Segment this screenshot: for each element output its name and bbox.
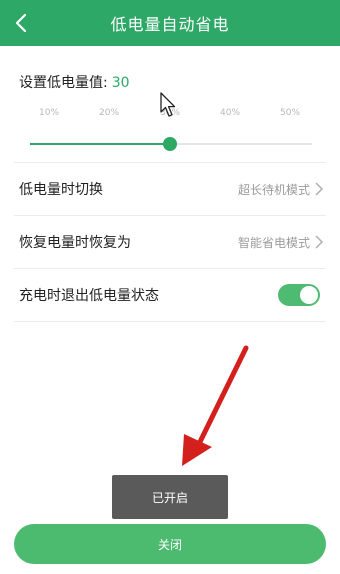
tick-label: 10% <box>38 108 60 118</box>
setting-value: 超长待机模式 <box>237 182 310 197</box>
tick-label: 40% <box>219 108 241 118</box>
annotation-arrow-icon <box>182 345 249 466</box>
charge-exit-toggle[interactable] <box>278 284 320 306</box>
mouse-cursor-icon <box>160 92 176 117</box>
threshold-slider[interactable] <box>30 136 312 152</box>
back-button[interactable] <box>12 10 30 36</box>
threshold-value: 30 <box>111 75 130 91</box>
setting-label: 恢复电量时恢复为 <box>19 235 131 251</box>
slider-fill <box>30 143 170 145</box>
top-bar: 低电量自动省电 <box>0 0 340 46</box>
close-button[interactable]: 关闭 <box>14 524 326 564</box>
setting-row-charge-exit: 充电时退出低电量状态 <box>0 268 340 322</box>
toggle-knob <box>300 286 318 304</box>
setting-label: 充电时退出低电量状态 <box>19 288 159 304</box>
chevron-right-icon <box>315 235 324 249</box>
toast-message: 已开启 <box>112 475 228 519</box>
setting-row-restore-mode[interactable]: 恢复电量时恢复为 智能省电模式 <box>0 215 340 269</box>
tick-label: 20% <box>98 108 120 118</box>
page-title: 低电量自动省电 <box>110 15 230 34</box>
setting-value: 智能省电模式 <box>237 235 310 250</box>
chevron-left-icon <box>15 13 27 33</box>
setting-label: 低电量时切换 <box>19 182 103 198</box>
threshold-label: 设置低电量值: <box>19 75 108 91</box>
threshold-setting: 设置低电量值: 30 <box>19 72 130 92</box>
divider <box>14 321 326 322</box>
slider-thumb[interactable] <box>162 137 177 151</box>
tick-label: 50% <box>279 108 301 118</box>
setting-row-low-battery-switch[interactable]: 低电量时切换 超长待机模式 <box>0 162 340 216</box>
chevron-right-icon <box>315 182 324 196</box>
